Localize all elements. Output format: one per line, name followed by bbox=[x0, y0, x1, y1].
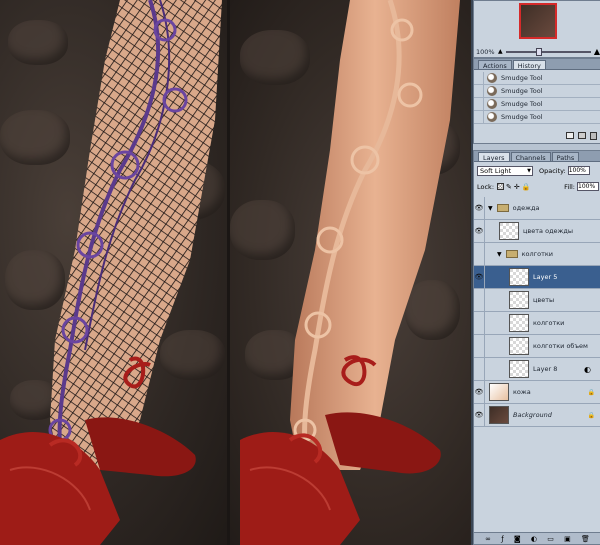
photoshop-panels: 100% ▲ ▲ Actions History Smudge Tool Smu… bbox=[471, 0, 600, 545]
layer-thumbnail bbox=[489, 383, 509, 401]
layer-row[interactable]: 👁 цвета одежды bbox=[474, 220, 600, 243]
opacity-input[interactable]: 100% bbox=[567, 166, 590, 175]
lock-label: Lock: bbox=[477, 182, 495, 191]
new-snapshot-icon[interactable] bbox=[578, 132, 586, 139]
expand-arrow-icon[interactable]: ▼ bbox=[497, 251, 502, 258]
tab-layers[interactable]: Layers bbox=[478, 152, 510, 162]
eye-icon: 👁 bbox=[474, 273, 484, 281]
visibility-toggle[interactable]: 👁 bbox=[474, 266, 485, 288]
layer-group-tights[interactable]: ▼ колготки bbox=[474, 243, 600, 266]
smudge-tool-icon bbox=[487, 86, 497, 96]
layer-row-background[interactable]: 👁 Background 🔒 bbox=[474, 404, 600, 427]
visibility-toggle[interactable] bbox=[474, 358, 485, 380]
navigator-panel: 100% ▲ ▲ bbox=[473, 0, 600, 58]
history-item[interactable]: Smudge Tool bbox=[474, 98, 600, 111]
opacity-label: Opacity: bbox=[539, 166, 566, 175]
lock-all-icon[interactable]: 🔒 bbox=[522, 183, 531, 191]
layer-thumbnail bbox=[509, 337, 529, 355]
lock-icon: 🔒 bbox=[587, 411, 595, 419]
visibility-toggle[interactable]: 👁 bbox=[474, 404, 485, 426]
visibility-toggle[interactable]: 👁 bbox=[474, 197, 485, 219]
expand-arrow-icon[interactable]: ▼ bbox=[488, 205, 493, 212]
layer-mask-icon[interactable]: ◙ bbox=[514, 535, 521, 543]
zoom-value[interactable]: 100% bbox=[476, 48, 498, 56]
navigator-thumbnail[interactable] bbox=[519, 3, 557, 39]
layer-thumbnail bbox=[509, 360, 529, 378]
link-layers-icon[interactable]: ∞ bbox=[485, 535, 491, 543]
chevron-down-icon: ▼ bbox=[527, 167, 531, 174]
layer-row[interactable]: цветы bbox=[474, 289, 600, 312]
smudge-tool-icon bbox=[487, 99, 497, 109]
new-document-icon[interactable] bbox=[566, 132, 574, 139]
fill-input[interactable]: 100% bbox=[577, 182, 599, 191]
fishnet-leg-illustration bbox=[0, 0, 222, 545]
tab-history[interactable]: History bbox=[512, 60, 546, 70]
lock-move-icon[interactable]: ✛ bbox=[514, 183, 520, 191]
layer-thumbnail bbox=[509, 268, 529, 286]
folder-icon bbox=[505, 250, 518, 258]
canvas-right-image[interactable] bbox=[230, 0, 470, 545]
eye-icon: 👁 bbox=[474, 204, 484, 212]
visibility-toggle[interactable] bbox=[474, 335, 485, 357]
fill-label: Fill: bbox=[564, 182, 575, 191]
blend-mode-select[interactable]: Soft Light ▼ bbox=[477, 165, 533, 176]
skin-leg-illustration bbox=[240, 0, 460, 545]
tab-actions[interactable]: Actions bbox=[478, 60, 512, 70]
zoom-out-icon[interactable]: ▲ bbox=[498, 48, 503, 55]
tab-paths[interactable]: Paths bbox=[551, 152, 580, 162]
lock-paint-icon[interactable]: ✎ bbox=[506, 183, 512, 191]
layer-style-icon[interactable]: ƒ bbox=[501, 535, 503, 543]
new-group-icon[interactable]: ▭ bbox=[547, 535, 554, 543]
layer-row[interactable]: колготки bbox=[474, 312, 600, 335]
zoom-in-icon[interactable]: ▲ bbox=[594, 47, 600, 56]
layer-thumbnail bbox=[489, 406, 509, 424]
visibility-toggle[interactable]: 👁 bbox=[474, 381, 485, 403]
visibility-toggle[interactable]: 👁 bbox=[474, 220, 485, 242]
layer-row[interactable]: колготки объем bbox=[474, 335, 600, 358]
zoom-slider[interactable] bbox=[505, 47, 591, 56]
delete-layer-icon[interactable]: 🗑 bbox=[581, 535, 590, 543]
layer-row-selected[interactable]: 👁 Layer 5 bbox=[474, 266, 600, 289]
lock-transparent-icon[interactable] bbox=[497, 183, 505, 190]
new-layer-icon[interactable]: ▣ bbox=[564, 535, 571, 543]
history-panel: Actions History Smudge Tool Smudge Tool … bbox=[473, 58, 600, 144]
zoom-slider-handle[interactable] bbox=[535, 47, 542, 56]
layers-panel: Layers Channels Paths Soft Light ▼ Opacit… bbox=[473, 150, 600, 545]
layer-row[interactable]: 👁 кожа 🔒 bbox=[474, 381, 600, 404]
layer-thumbnail bbox=[499, 222, 519, 240]
eye-icon: 👁 bbox=[474, 411, 484, 419]
folder-icon bbox=[496, 204, 509, 212]
history-item[interactable]: Smudge Tool bbox=[474, 85, 600, 98]
layer-thumbnail bbox=[509, 314, 529, 332]
adjustment-icon: ◐ bbox=[584, 364, 591, 374]
lock-icon: 🔒 bbox=[587, 388, 595, 396]
visibility-toggle[interactable] bbox=[474, 243, 485, 265]
smudge-tool-icon bbox=[487, 112, 497, 122]
adjustment-layer-icon[interactable]: ◐ bbox=[531, 535, 537, 543]
layer-row[interactable]: Layer 8 ◐ bbox=[474, 358, 600, 381]
layer-group-clothing[interactable]: 👁 ▼ одежда bbox=[474, 197, 600, 220]
canvas-left-image[interactable] bbox=[0, 0, 228, 545]
smudge-tool-icon bbox=[487, 73, 497, 83]
layer-thumbnail bbox=[509, 291, 529, 309]
history-item[interactable]: Smudge Tool bbox=[474, 72, 600, 85]
history-item[interactable]: Smudge Tool bbox=[474, 111, 600, 124]
eye-icon: 👁 bbox=[474, 388, 484, 396]
visibility-toggle[interactable] bbox=[474, 289, 485, 311]
visibility-toggle[interactable] bbox=[474, 312, 485, 334]
trash-icon[interactable] bbox=[590, 132, 597, 140]
tab-channels[interactable]: Channels bbox=[510, 152, 551, 162]
eye-icon: 👁 bbox=[474, 227, 484, 235]
